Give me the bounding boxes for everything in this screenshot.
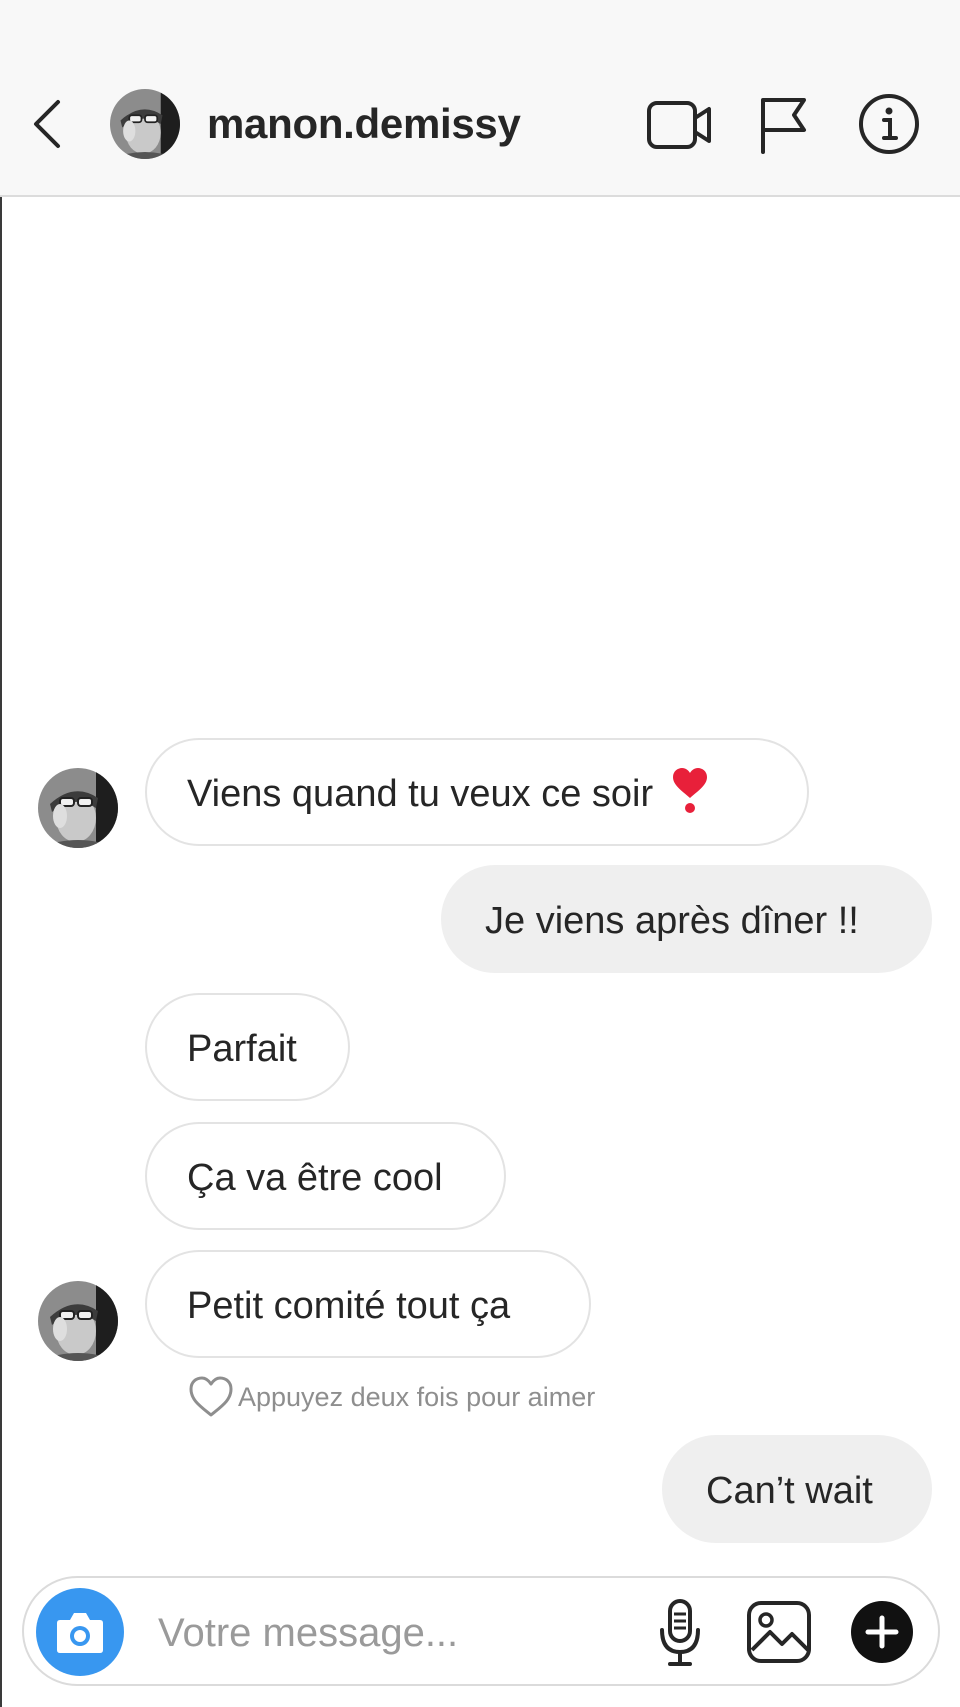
message-bubble-incoming[interactable]: Parfait (145, 993, 350, 1101)
camera-button[interactable] (36, 1588, 124, 1676)
plus-icon[interactable] (850, 1600, 914, 1664)
chat-header: manon.demissy (0, 0, 960, 197)
message-input[interactable] (156, 1602, 620, 1664)
message-bubble-incoming[interactable]: Petit comité tout ça (145, 1250, 591, 1358)
gallery-icon[interactable] (746, 1600, 812, 1664)
message-bubble-outgoing[interactable]: Can’t wait (662, 1435, 932, 1543)
message-bubble-incoming[interactable]: Viens quand tu veux ce soir (145, 738, 809, 846)
message-text: Ça va être cool (187, 1157, 443, 1199)
message-bubble-incoming[interactable]: Ça va être cool (145, 1122, 506, 1230)
camera-icon (57, 1613, 103, 1653)
message-text: Parfait (187, 1028, 297, 1070)
info-icon[interactable] (857, 92, 921, 156)
message-text: Viens quand tu veux ce soir (187, 773, 654, 815)
heart-exclamation-emoji-icon (673, 768, 708, 813)
message-composer (22, 1576, 940, 1686)
message-text: Petit comité tout ça (187, 1285, 511, 1327)
message-bubble-outgoing[interactable]: Je viens après dîner !! (441, 865, 932, 973)
contact-avatar[interactable] (110, 89, 180, 159)
message-text: Can’t wait (706, 1470, 873, 1512)
flag-icon[interactable] (758, 96, 810, 154)
window-edge (0, 0, 2, 1707)
sender-avatar[interactable] (38, 1281, 118, 1361)
contact-username[interactable]: manon.demissy (207, 100, 521, 148)
sender-avatar[interactable] (38, 768, 118, 848)
heart-outline-icon[interactable] (188, 1376, 234, 1418)
microphone-icon[interactable] (658, 1598, 702, 1668)
video-camera-icon[interactable] (646, 98, 714, 152)
message-text: Je viens après dîner !! (485, 900, 859, 942)
chevron-left-icon[interactable] (28, 96, 68, 152)
double-tap-like-hint[interactable]: Appuyez deux fois pour aimer (188, 1375, 595, 1419)
like-hint-text: Appuyez deux fois pour aimer (238, 1381, 596, 1412)
